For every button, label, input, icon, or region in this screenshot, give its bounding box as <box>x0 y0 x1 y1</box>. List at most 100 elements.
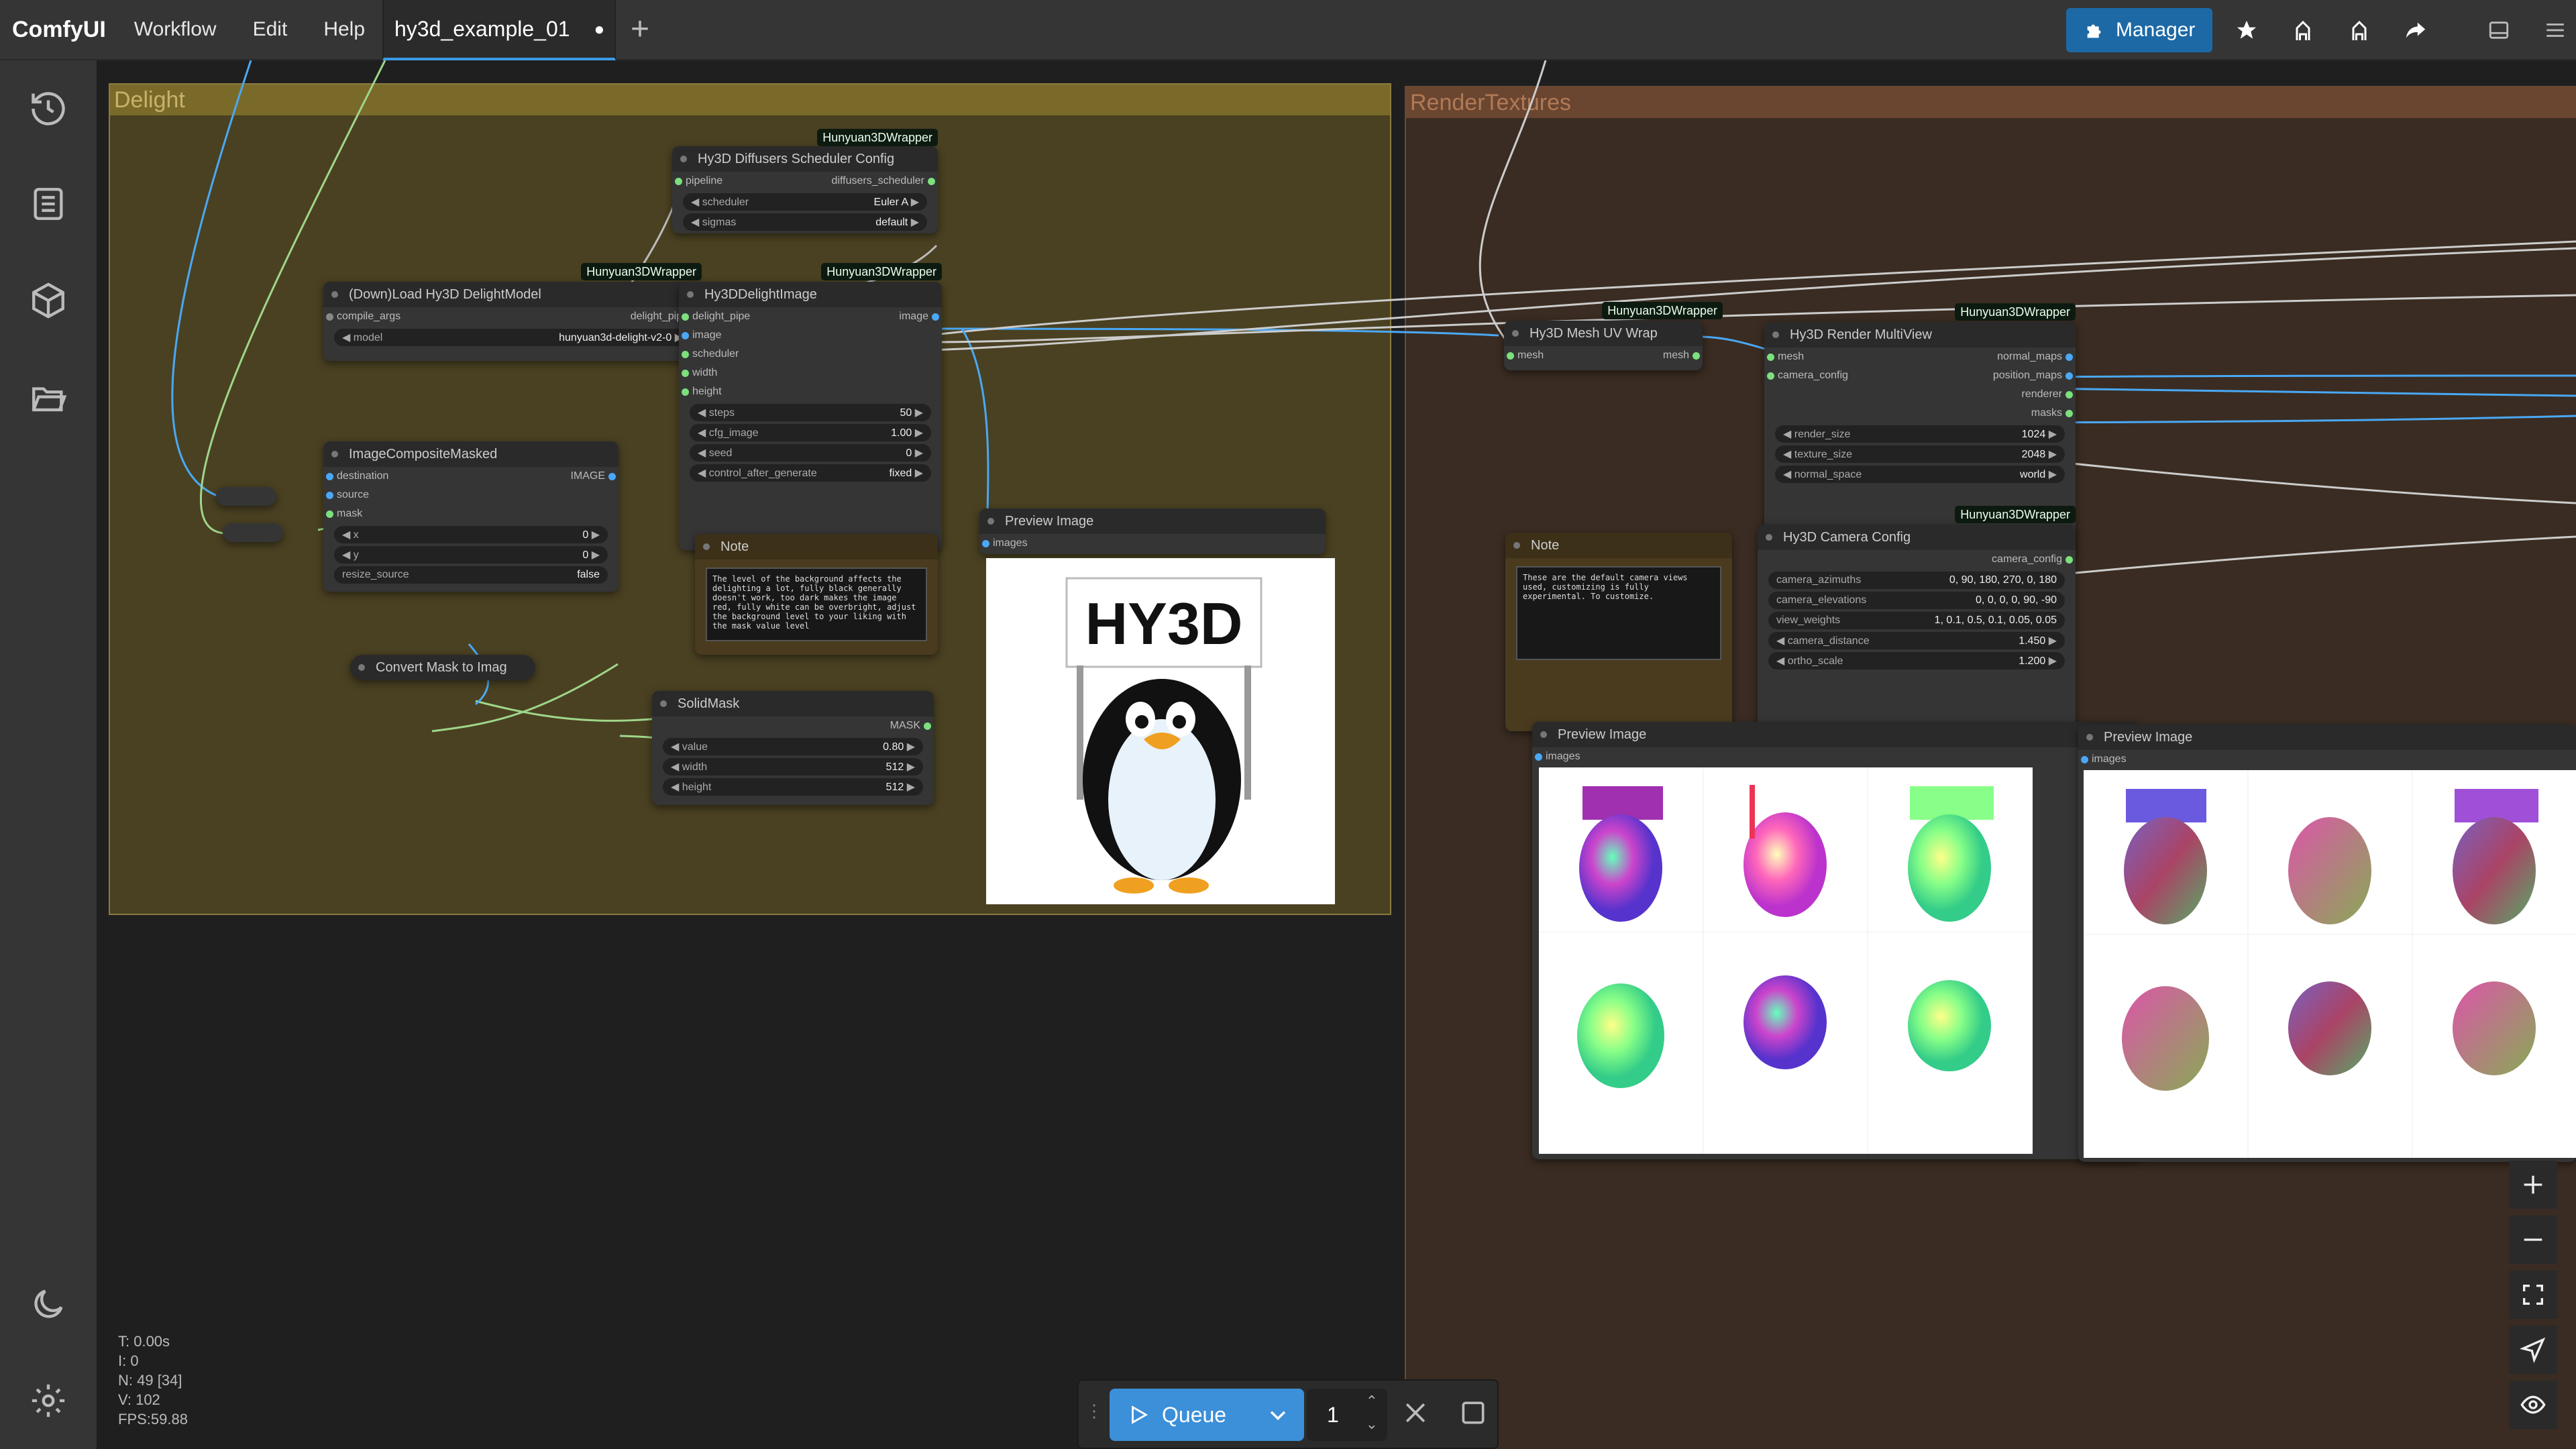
reroute-node[interactable] <box>216 487 276 506</box>
input-slot[interactable] <box>1507 352 1514 360</box>
menu-help[interactable]: Help <box>323 18 365 41</box>
node-title[interactable]: SolidMask <box>652 691 934 716</box>
node-title[interactable]: Hy3DDelightImage <box>679 282 942 307</box>
increment-chevron-icon[interactable]: ⌃ <box>1366 1393 1378 1410</box>
star-icon[interactable] <box>2224 8 2269 52</box>
output-slot[interactable] <box>1693 352 1700 360</box>
widget-camera-elevations[interactable]: camera_elevations 0, 0, 0, 0, 90, -90 <box>1768 592 2065 609</box>
node-title[interactable]: ImageCompositeMasked <box>323 441 619 467</box>
model-library-icon[interactable] <box>27 279 70 322</box>
output-slot[interactable] <box>928 178 935 185</box>
output-slot[interactable] <box>2065 354 2073 361</box>
input-slot[interactable] <box>1767 354 1774 361</box>
input-slot[interactable] <box>2081 756 2088 763</box>
note-text[interactable]: The level of the background affects the … <box>706 568 927 641</box>
note-text[interactable]: These are the default camera views used,… <box>1516 566 1721 660</box>
decrement-chevron-icon[interactable]: ⌄ <box>1366 1415 1378 1433</box>
input-slot[interactable] <box>1767 372 1774 380</box>
input-slot[interactable] <box>682 313 689 321</box>
panel-toggle-icon[interactable] <box>2477 8 2521 52</box>
output-slot[interactable] <box>608 473 616 480</box>
widget-normal-space[interactable]: ◀ normal_space world ▶ <box>1775 466 2065 483</box>
input-slot[interactable] <box>982 540 989 547</box>
input-slot[interactable] <box>1535 753 1542 761</box>
history-icon[interactable] <box>27 87 70 130</box>
node-solid-mask[interactable]: SolidMask MASK ◀ value 0.80 ▶ ◀ width 512 … <box>652 691 934 805</box>
output-slot[interactable] <box>924 722 931 730</box>
input-slot[interactable] <box>682 332 689 339</box>
widget-y[interactable]: ◀ y0 ▶ <box>334 546 608 564</box>
widget-render-size[interactable]: ◀ render_size 1024 ▶ <box>1775 425 2065 443</box>
output-slot[interactable] <box>2065 391 2073 398</box>
node-load-delight-model[interactable]: Hunyuan3DWrapper (Down)Load Hy3D Delight… <box>323 263 702 361</box>
widget-x[interactable]: ◀ x0 ▶ <box>334 526 608 543</box>
node-convert-mask-to-image[interactable]: Convert Mask to Imag <box>350 655 535 680</box>
widget-camera-distance[interactable]: ◀ camera_distance 1.450 ▶ <box>1768 632 2065 649</box>
output-slot[interactable] <box>2065 410 2073 417</box>
node-title[interactable]: (Down)Load Hy3D DelightModel <box>323 282 702 307</box>
widget-ortho-scale[interactable]: ◀ ortho_scale 1.200 ▶ <box>1768 652 2065 669</box>
node-scheduler-config[interactable]: Hunyuan3DWrapper Hy3D Diffusers Schedule… <box>672 129 938 233</box>
input-slot[interactable] <box>326 511 333 518</box>
widget-control-after-generate[interactable]: ◀ control_after_generate fixed ▶ <box>690 464 931 482</box>
input-slot[interactable] <box>326 492 333 499</box>
theme-moon-icon[interactable] <box>27 1283 70 1326</box>
widget-value[interactable]: ◀ value 0.80 ▶ <box>663 738 923 755</box>
queue-list-icon[interactable] <box>27 182 70 225</box>
cancel-x-icon[interactable] <box>1401 1398 1430 1431</box>
node-preview-image-delight[interactable]: Preview Image images <box>979 508 1326 554</box>
stop-square-icon[interactable] <box>1458 1398 1488 1431</box>
node-note-delight[interactable]: Note The level of the background affects… <box>695 534 938 655</box>
input-slot[interactable] <box>326 473 333 480</box>
widget-height[interactable]: ◀ height 512 ▶ <box>663 778 923 796</box>
network-icon[interactable] <box>2281 8 2325 52</box>
fit-view-icon[interactable] <box>2509 1271 2557 1319</box>
workflow-tab[interactable]: hy3d_example_01 ● <box>382 0 616 60</box>
node-image-composite-masked[interactable]: ImageCompositeMasked destination IMAGE so… <box>323 441 619 592</box>
menu-workflow[interactable]: Workflow <box>134 18 217 41</box>
toggle-links-eye-icon[interactable] <box>2509 1381 2557 1429</box>
reroute-node[interactable] <box>223 523 283 542</box>
chevron-down-icon[interactable] <box>1267 1403 1289 1426</box>
widget-resize-source[interactable]: resize_source false <box>334 566 608 584</box>
input-slot[interactable] <box>682 388 689 396</box>
output-slot[interactable] <box>2065 556 2073 564</box>
widget-seed[interactable]: ◀ seed 0 ▶ <box>690 444 931 462</box>
network-alt-icon[interactable] <box>2337 8 2381 52</box>
node-title[interactable]: Hy3D Diffusers Scheduler Config <box>672 146 938 172</box>
node-mesh-uv-wrap[interactable]: Hunyuan3DWrapper Hy3D Mesh UV Wrap mesh m… <box>1504 302 1723 370</box>
widget-camera-azimuths[interactable]: camera_azimuths 0, 90, 180, 270, 0, 180 <box>1768 572 2065 589</box>
output-slot[interactable] <box>2065 372 2073 380</box>
graph-canvas[interactable]: Delight RenderTextures Hunyuan3DWrapper … <box>97 60 2576 1449</box>
node-title[interactable]: Note <box>695 534 938 559</box>
hamburger-menu-icon[interactable] <box>2533 8 2576 52</box>
workflows-folder-icon[interactable] <box>27 377 70 420</box>
input-slot[interactable] <box>682 370 689 377</box>
select-mode-icon[interactable] <box>2509 1326 2557 1374</box>
node-title[interactable]: Hy3D Mesh UV Wrap <box>1504 321 1703 346</box>
queue-button[interactable]: Queue <box>1110 1389 1304 1441</box>
share-arrow-icon[interactable] <box>2394 8 2438 52</box>
widget-cfg-image[interactable]: ◀ cfg_image 1.00 ▶ <box>690 424 931 441</box>
node-title[interactable]: Convert Mask to Imag <box>350 655 535 680</box>
widget-sigmas[interactable]: ◀ sigmas default ▶ <box>683 213 927 231</box>
widget-model[interactable]: ◀ model hunyuan3d-delight-v2-0 ▶ <box>334 329 691 346</box>
manager-button[interactable]: Manager <box>2066 8 2213 52</box>
node-note-camera[interactable]: Note These are the default camera views … <box>1505 533 1732 731</box>
widget-steps[interactable]: ◀ steps 50 ▶ <box>690 404 931 421</box>
new-tab-button[interactable]: + <box>631 11 649 48</box>
node-delight-image[interactable]: Hunyuan3DWrapper Hy3DDelightImage deligh… <box>679 263 942 550</box>
node-title[interactable]: Hy3D Camera Config <box>1758 525 2076 550</box>
widget-scheduler[interactable]: ◀ scheduler Euler A ▶ <box>683 193 927 211</box>
node-render-multiview[interactable]: Hunyuan3DWrapper Hy3D Render MultiView m… <box>1764 303 2076 559</box>
node-title[interactable]: Preview Image <box>2078 724 2576 750</box>
widget-texture-size[interactable]: ◀ texture_size 2048 ▶ <box>1775 445 2065 463</box>
settings-gear-icon[interactable] <box>27 1379 70 1422</box>
node-title[interactable]: Note <box>1505 533 1732 558</box>
node-title[interactable]: Preview Image <box>1532 722 2139 747</box>
output-slot[interactable] <box>932 313 939 321</box>
node-title[interactable]: Hy3D Render MultiView <box>1764 322 2076 347</box>
input-slot[interactable] <box>326 313 333 321</box>
node-title[interactable]: Preview Image <box>979 508 1326 534</box>
zoom-in-icon[interactable] <box>2509 1161 2557 1209</box>
